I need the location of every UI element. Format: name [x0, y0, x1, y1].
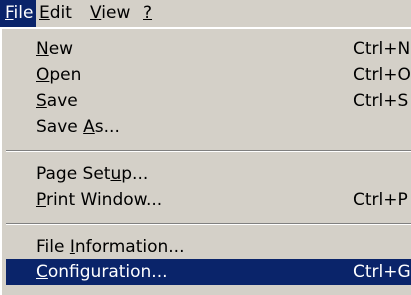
menu-item-label: Configuration...	[36, 259, 168, 285]
label-mnemonic: P	[36, 190, 46, 210]
menu-file-post: ile	[13, 3, 34, 23]
label-pre: File	[36, 237, 70, 257]
label-post: pen	[49, 65, 82, 85]
shortcut-label: Ctrl+G	[353, 262, 411, 282]
label-mnemonic: N	[36, 39, 49, 59]
menu-item-new[interactable]: New Ctrl+N	[6, 36, 411, 62]
menu-item-label: Save	[36, 88, 78, 114]
menu-item-label: New	[36, 36, 73, 62]
label-post: nformation...	[74, 237, 185, 257]
label-post: ave	[46, 91, 78, 111]
menu-item-open[interactable]: Open Ctrl+O	[6, 62, 411, 88]
menu-item-page-setup[interactable]: Page Setup...	[6, 161, 411, 187]
menu-view-mnemonic: V	[90, 3, 102, 23]
shortcut-label: Ctrl+S	[353, 91, 409, 111]
menu-view-post: iew	[101, 3, 131, 23]
menu-item-label: Save As...	[36, 114, 120, 140]
menu-item-save-as[interactable]: Save As...	[6, 114, 411, 140]
menu-help[interactable]: ?	[138, 0, 157, 27]
menu-edit-mnemonic: E	[39, 3, 50, 23]
menu-item-print-window[interactable]: Print Window... Ctrl+P	[6, 187, 411, 213]
label-post: onfiguration...	[47, 262, 168, 282]
menu-edit[interactable]: Edit	[34, 0, 77, 27]
label-post: p...	[121, 164, 149, 184]
menu-separator	[6, 150, 411, 152]
menu-edit-post: dit	[49, 3, 72, 23]
menu-view[interactable]: View	[85, 0, 135, 27]
menu-item-label: Page Setup...	[36, 161, 148, 187]
label-post: ew	[48, 39, 74, 59]
label-mnemonic: u	[110, 164, 122, 184]
label-mnemonic: S	[36, 91, 47, 111]
menu-item-file-information[interactable]: File Information...	[6, 234, 411, 260]
menu-file[interactable]: File	[0, 0, 36, 27]
menu-item-label: Open	[36, 62, 81, 88]
label-post: s...	[94, 117, 120, 137]
menu-file-mnemonic: F	[5, 3, 14, 23]
label-post: rint Window...	[45, 190, 163, 210]
menu-separator	[6, 223, 411, 225]
menu-bar: File Edit View ?	[0, 0, 411, 27]
file-dropdown-menu: New Ctrl+N Open Ctrl+O Save Ctrl+S Save …	[0, 27, 411, 295]
label-mnemonic: O	[36, 65, 50, 85]
menu-help-mnemonic: ?	[143, 3, 153, 23]
menu-item-label: File Information...	[36, 234, 184, 260]
label-mnemonic: A	[83, 117, 95, 137]
shortcut-label: Ctrl+N	[353, 39, 411, 59]
label-pre: Page Set	[36, 164, 111, 184]
menu-item-label: Print Window...	[36, 187, 162, 213]
shortcut-label: Ctrl+P	[353, 190, 408, 210]
menu-item-save[interactable]: Save Ctrl+S	[6, 88, 411, 114]
menu-item-configuration[interactable]: Configuration... Ctrl+G	[6, 259, 411, 285]
application-window: File Edit View ? New Ctrl+N Open Ctrl+O …	[0, 0, 411, 295]
shortcut-label: Ctrl+O	[353, 65, 411, 85]
label-pre: Save	[36, 117, 84, 137]
label-mnemonic: C	[36, 262, 48, 282]
